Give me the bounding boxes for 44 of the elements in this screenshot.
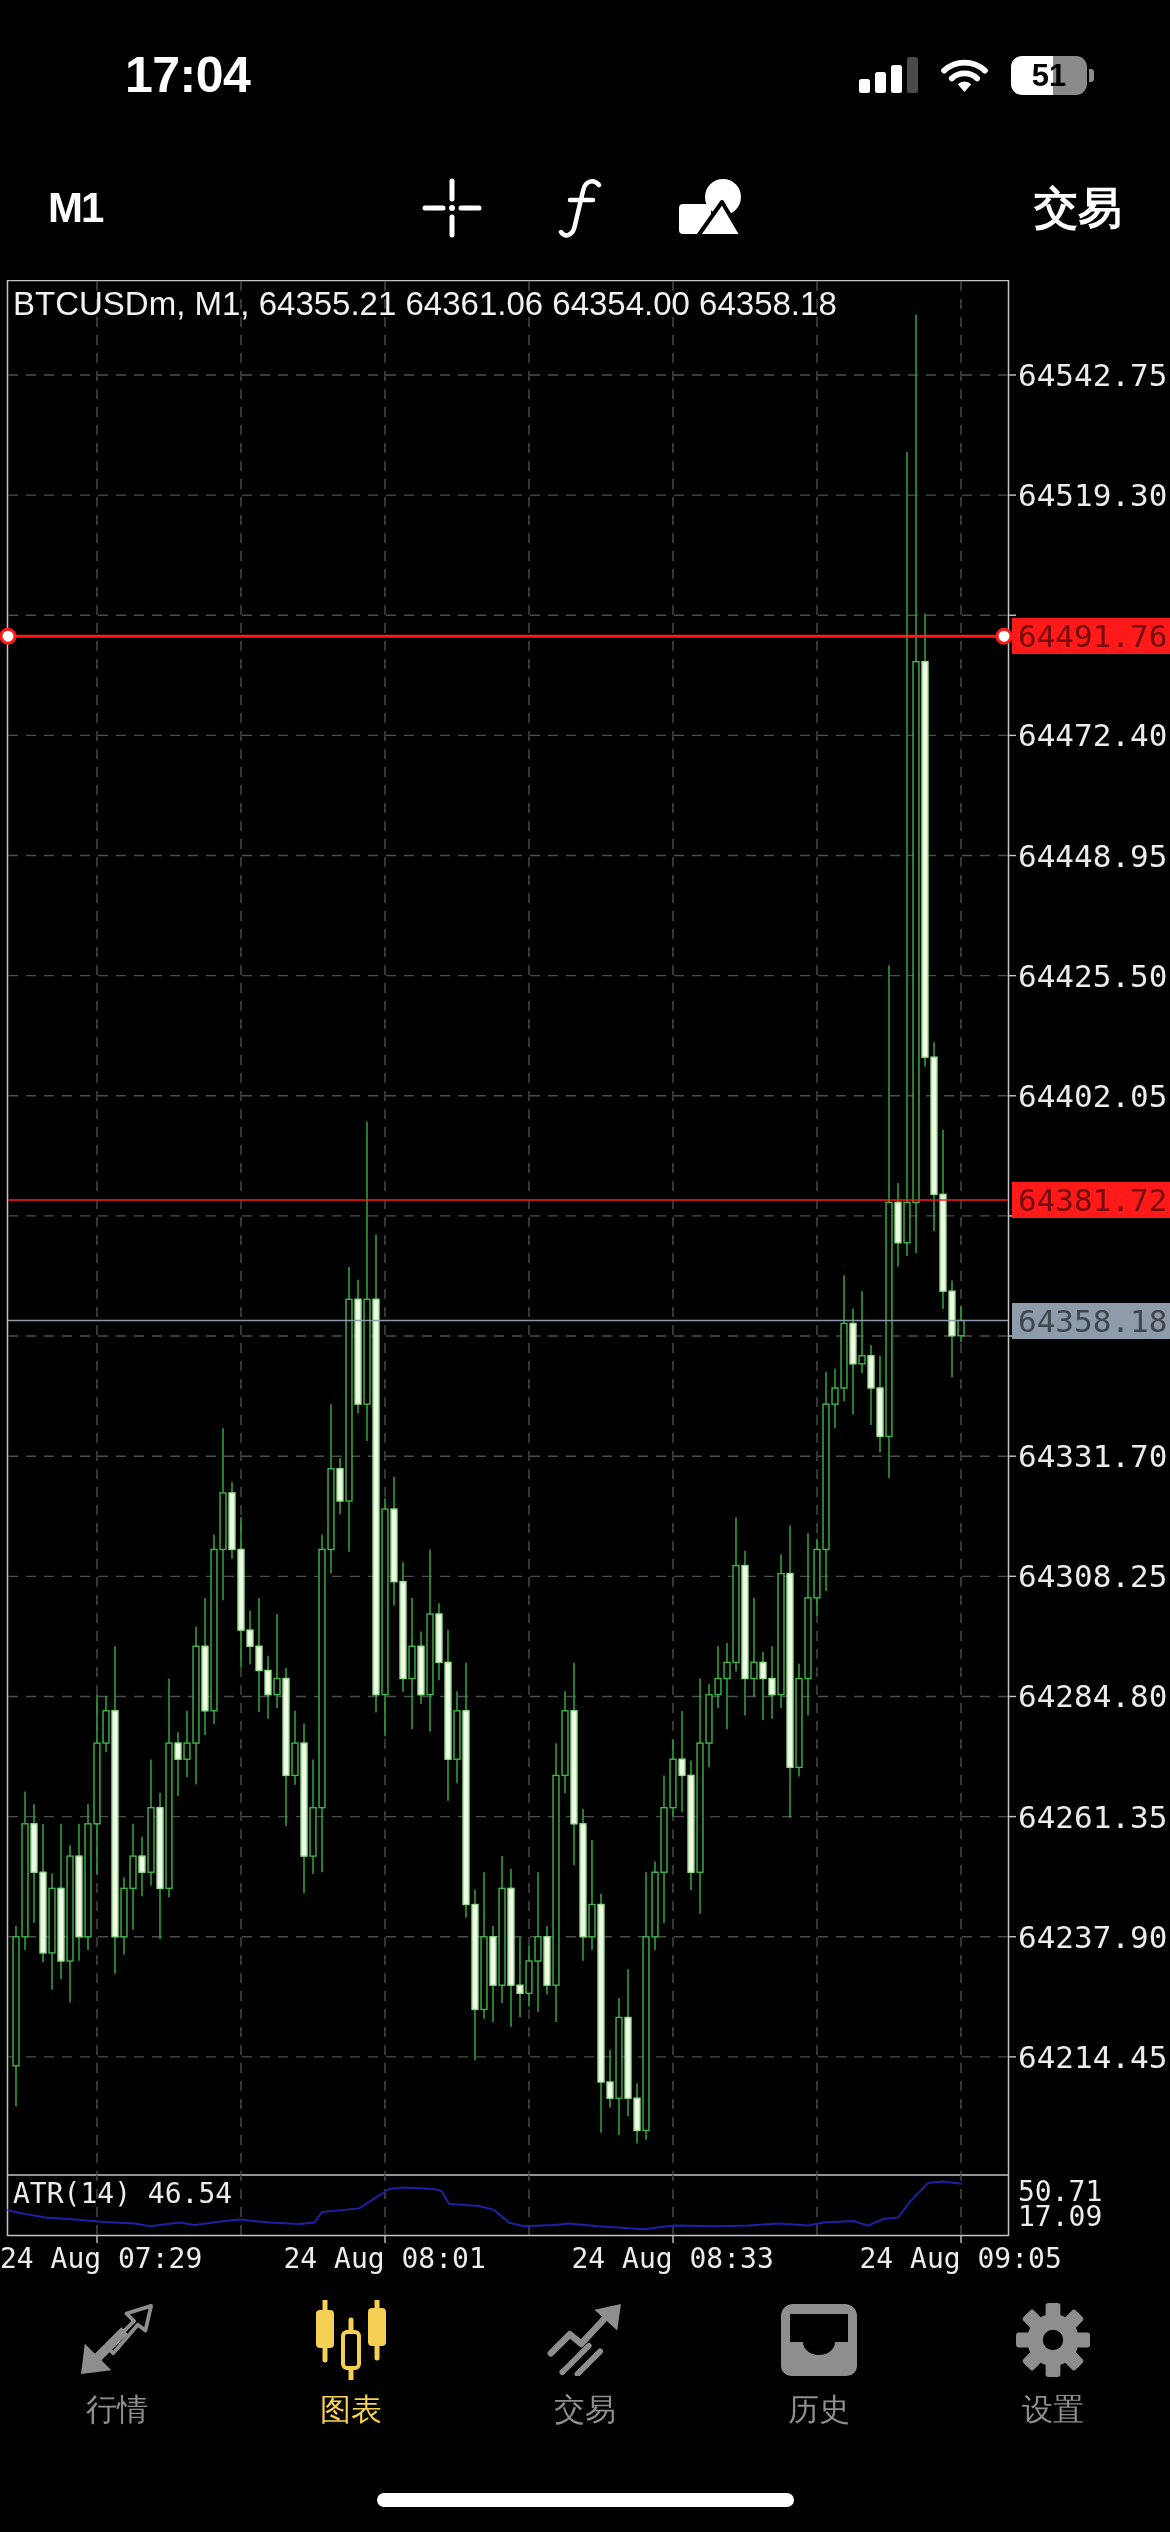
price-axis-label: 64542.75: [1018, 356, 1168, 393]
inbox-tray-icon: [781, 2304, 857, 2376]
settings-icon: [1016, 2303, 1090, 2377]
rising-chart-icon: [547, 2304, 623, 2376]
price-axis-label: 64261.35: [1018, 1798, 1168, 1835]
time-axis-label: 24 Aug 09:05: [859, 2242, 1062, 2276]
tab-bar-item[interactable]: 交易: [468, 2300, 702, 2428]
wifi-icon: [940, 57, 989, 93]
timeframe-button[interactable]: M1: [48, 183, 103, 232]
time-axis-label: 24 Aug 08:33: [571, 2242, 774, 2276]
price-axis-label: 64237.90: [1018, 1918, 1168, 1955]
tab-bar-item[interactable]: 行情: [0, 2300, 234, 2428]
price-axis-label: 64448.95: [1018, 837, 1168, 874]
crosshair-icon[interactable]: [422, 177, 483, 238]
trade-button[interactable]: 交易: [1034, 182, 1122, 233]
price-axis-label: 64425.50: [1018, 957, 1168, 994]
price-axis-label: 64472.40: [1018, 717, 1168, 754]
function-icon[interactable]: [558, 177, 603, 238]
signal-icon: [859, 57, 918, 93]
candlesticks-icon: [313, 2300, 389, 2380]
tab-bar-item[interactable]: 历史: [702, 2300, 936, 2428]
price-tag: 64358.18: [1012, 1302, 1170, 1339]
price-level-line[interactable]: [16, 634, 996, 638]
handle-icon[interactable]: [995, 627, 1013, 645]
handle-icon[interactable]: [0, 627, 17, 645]
price-axis-label: 64331.70: [1018, 1438, 1168, 1475]
indicator-scale-label: 50.71: [1018, 2179, 1103, 2204]
indicator-scale-label: 17.09: [1018, 2204, 1103, 2229]
diagonal-arrows-icon: [79, 2304, 155, 2376]
tab-bar-item[interactable]: 图表: [234, 2300, 468, 2428]
price-tag: 64381.72: [1012, 1181, 1170, 1218]
time-axis-label: 24 Aug 08:01: [283, 2242, 486, 2276]
battery-indicator: 51: [1011, 55, 1094, 95]
price-axis-label: 64284.80: [1018, 1678, 1168, 1715]
chart-title: BTCUSDm, M1, 64355.21 64361.06 64354.00 64358.18: [13, 285, 837, 323]
tab-bar-item[interactable]: 设置: [936, 2300, 1170, 2428]
indicator-title: ATR(14) 46.54: [13, 2178, 233, 2210]
price-tag: 64491.76: [1012, 618, 1170, 655]
price-axis-label: 64519.30: [1018, 477, 1168, 514]
price-axis-label: 64402.05: [1018, 1077, 1168, 1114]
price-axis-label: 64214.45: [1018, 2038, 1168, 2075]
price-axis-label: 64308.25: [1018, 1558, 1168, 1595]
status-time: 17:04: [125, 47, 251, 103]
time-axis-label: 24 Aug 07:29: [0, 2242, 203, 2276]
